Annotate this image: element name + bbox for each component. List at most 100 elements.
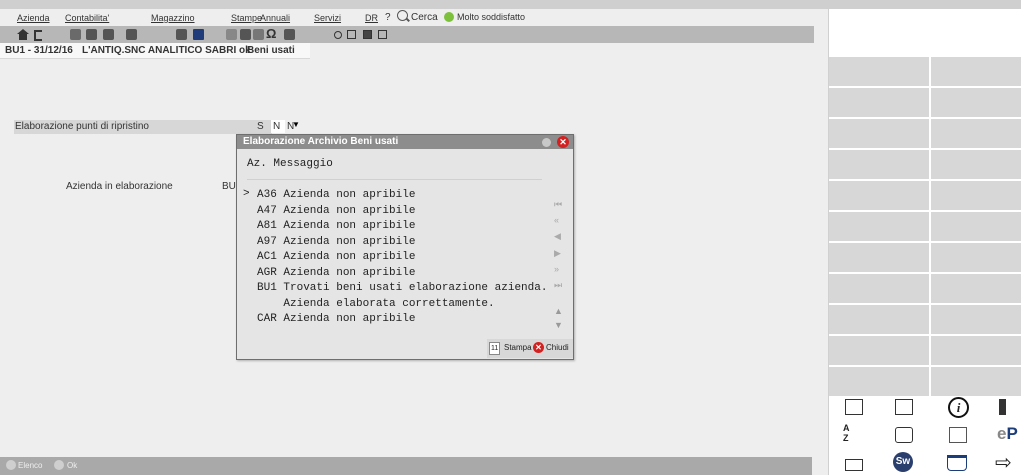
menu-annuali[interactable]: Annuali [260, 13, 290, 23]
list-item[interactable]: A97 Azienda non apribile [257, 235, 547, 251]
right-panel: i AZ eP Sw ⇨ [829, 9, 1021, 475]
grid-cell[interactable] [829, 367, 929, 396]
basket-icon[interactable] [945, 451, 969, 475]
menu-azienda[interactable]: Azienda [17, 13, 50, 23]
close-icon[interactable]: ✕ [557, 136, 569, 148]
list-item[interactable]: AC1 Azienda non apribile [257, 250, 547, 266]
grid-cell[interactable] [931, 150, 1021, 179]
first-page-icon[interactable]: ⏮ [554, 199, 563, 209]
menu-stampe[interactable]: Stampe [231, 13, 262, 23]
grid-cell[interactable] [931, 243, 1021, 272]
grid-cell[interactable] [829, 88, 929, 117]
grid-cell[interactable] [829, 181, 929, 210]
edit-note-icon[interactable] [995, 395, 1019, 419]
list-item[interactable]: AGR Azienda non apribile [257, 266, 547, 282]
list-item[interactable]: BU1 Trovati beni usati elaborazione azie… [257, 281, 547, 297]
screen-icon[interactable] [841, 451, 865, 475]
arrow-right-icon[interactable]: ⇨ [995, 451, 1019, 475]
window-icon[interactable] [363, 30, 372, 39]
basket-glyph [947, 455, 967, 471]
grid-cell[interactable] [829, 57, 929, 86]
last-page-icon[interactable]: ⏭ [554, 280, 563, 290]
menu-cerca[interactable]: Cerca [411, 12, 438, 23]
radio-icon[interactable] [334, 31, 342, 39]
grid-cell[interactable] [931, 181, 1021, 210]
sw-icon[interactable]: Sw [891, 451, 915, 475]
video-icon[interactable] [891, 423, 915, 447]
elenco-button[interactable]: Elenco [18, 461, 42, 470]
menu-magazzino[interactable]: Magazzino [151, 13, 195, 23]
exit-icon[interactable] [34, 30, 42, 41]
menu-dr[interactable]: DR [365, 13, 378, 23]
paste-icon[interactable] [103, 29, 114, 40]
ok-button[interactable]: Ok [67, 461, 77, 470]
save-icon[interactable] [193, 29, 204, 40]
tools-icon[interactable] [176, 29, 187, 40]
prev-icon[interactable]: ◀ [554, 231, 563, 241]
messages-header: Az. Messaggio [247, 158, 333, 170]
grid-cell[interactable] [931, 57, 1021, 86]
breadcrumb-context: BU1 - 31/12/16 [5, 45, 73, 56]
chart-warning-icon[interactable] [945, 423, 969, 447]
image-icon[interactable] [378, 30, 387, 39]
option-s[interactable]: S [257, 121, 264, 132]
grid-cell[interactable] [931, 274, 1021, 303]
dialog-title-bar: Elaborazione Archivio Beni usati ✕ [237, 135, 573, 149]
scroll-up-icon[interactable]: ▲ [554, 306, 563, 316]
grid-cell[interactable] [931, 119, 1021, 148]
grid-cell[interactable] [931, 367, 1021, 396]
grid-cell[interactable] [931, 305, 1021, 334]
grid-cell[interactable] [931, 212, 1021, 241]
fast-back-icon[interactable]: « [554, 215, 563, 225]
link-icon[interactable] [253, 29, 264, 40]
minimize-icon[interactable] [542, 138, 551, 147]
copy-icon[interactable] [86, 29, 97, 40]
cut-icon[interactable] [70, 29, 81, 40]
sort-letter-a: A [843, 423, 850, 433]
grid-cell[interactable] [829, 243, 929, 272]
grid-cell[interactable] [931, 88, 1021, 117]
pin-icon[interactable] [226, 29, 237, 40]
transfer-icon-frame [845, 399, 863, 415]
print-icon[interactable] [126, 29, 137, 40]
option-n[interactable]: N [273, 121, 280, 132]
menu-servizi[interactable]: Servizi [314, 13, 341, 23]
transfer-icon[interactable] [841, 395, 865, 419]
chevron-down-icon[interactable]: ▼ [292, 120, 300, 129]
menu-help[interactable]: ? [385, 12, 391, 23]
screen-icon-frame [845, 459, 863, 471]
scroll-down-icon[interactable]: ▼ [554, 320, 563, 330]
menu-bar: Azienda Contabilita' Magazzino Stampe An… [0, 9, 828, 26]
grid-cell[interactable] [829, 119, 929, 148]
grid-cell[interactable] [829, 336, 929, 365]
mood-status[interactable]: Molto soddisfatto [457, 12, 525, 22]
list-icon[interactable] [6, 460, 16, 470]
home-icon[interactable] [17, 29, 29, 40]
window-top-border [0, 0, 1021, 9]
list-item[interactable]: A47 Azienda non apribile [257, 204, 547, 220]
omega-icon[interactable]: Ω [266, 26, 276, 41]
sort-az-icon[interactable]: AZ [841, 423, 865, 447]
document-search-icon[interactable] [891, 395, 915, 419]
search-icon[interactable] [397, 10, 408, 21]
list-item[interactable]: A36 Azienda non apribile [257, 188, 547, 204]
grid-cell[interactable] [829, 305, 929, 334]
fast-forward-icon[interactable]: » [554, 264, 563, 274]
monitor-icon[interactable] [347, 30, 356, 39]
header-divider [247, 179, 542, 180]
next-icon[interactable]: ▶ [554, 248, 563, 258]
grid-cell[interactable] [829, 150, 929, 179]
calculator-icon[interactable] [284, 29, 295, 40]
list-item[interactable]: CAR Azienda non apribile [257, 312, 547, 328]
menu-contabilita[interactable]: Contabilita' [65, 13, 109, 23]
info-icon[interactable]: i [945, 395, 969, 419]
smiley-icon[interactable] [444, 12, 454, 22]
check-icon[interactable] [54, 460, 64, 470]
grid-cell[interactable] [829, 212, 929, 241]
grid-cell[interactable] [931, 336, 1021, 365]
list-item[interactable]: A81 Azienda non apribile [257, 219, 547, 235]
list-item[interactable]: Azienda elaborata correttamente. [257, 297, 547, 313]
grid-cell[interactable] [829, 274, 929, 303]
ep-lock-icon[interactable]: eP [995, 423, 1019, 447]
zoom-icon[interactable] [240, 29, 251, 40]
